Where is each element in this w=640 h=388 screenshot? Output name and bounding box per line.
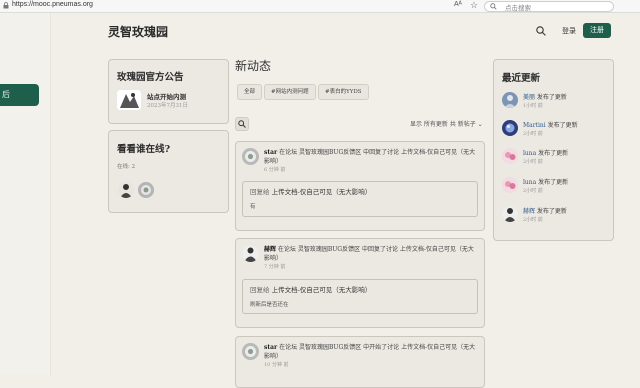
search-icon[interactable]: [536, 26, 546, 36]
post-time: 10 分钟 前: [264, 362, 289, 368]
recent-user-name[interactable]: 美丽: [523, 94, 535, 101]
recent-item-text: Martini 发布了更新: [523, 120, 578, 129]
lock-icon: [3, 2, 9, 9]
site-brand[interactable]: 灵智玫瑰园: [108, 23, 168, 40]
browser-search-input[interactable]: 点击搜索: [484, 1, 614, 12]
announcement-card: 玫瑰园官方公告 站点开始内测 2023年7月31日: [108, 59, 229, 124]
reply-title: 回复给 上传文档-仅自己可见（无大影响）: [250, 284, 371, 294]
announcement-item-date: 2023年7月31日: [147, 103, 188, 109]
recent-user-name[interactable]: Martini: [523, 122, 546, 129]
recent-user-name[interactable]: luna: [523, 150, 536, 157]
recent-item[interactable]: luna 发布了更新 2小时 前: [502, 148, 607, 168]
recent-item-time: 2小时 前: [523, 188, 543, 194]
recent-item-verb: 发布了更新: [535, 94, 567, 101]
feed-post: star 在论坛 灵智玫瑰园BUG反馈区 中回复了讨论 上传文档-仅自己可见（无…: [235, 141, 485, 231]
reply-title: 回复给 上传文档-仅自己可见（无大影响）: [250, 186, 371, 196]
browser-toolbar: https://mooc.pneumas.org Aᴬ ☆ 点击搜索: [0, 0, 640, 13]
register-button[interactable]: 注册: [583, 23, 611, 38]
post-author[interactable]: star: [264, 149, 277, 156]
recent-item-verb: 发布了更新: [545, 122, 578, 129]
feed-search-button[interactable]: [235, 117, 249, 131]
post-time: 6 分钟 前: [264, 167, 286, 173]
avatar[interactable]: [242, 148, 259, 165]
post-author[interactable]: 赫辉: [264, 246, 276, 253]
sidebar-button-label: 后: [2, 90, 10, 99]
avatar: [502, 120, 518, 136]
post-time: 7 分钟 前: [264, 264, 286, 270]
post-summary: 赫辉 在论坛 灵智玫瑰园BUG反馈区 中回复了讨论 上传文档-仅自己可见（无大影…: [264, 245, 476, 263]
post-action[interactable]: 在论坛 灵智玫瑰园BUG反馈区 中开始了讨论 上传文档-仅自己可见（无大影响）: [264, 344, 475, 360]
avatar: [502, 92, 518, 108]
online-title: 看看谁在线?: [117, 144, 171, 155]
feed-filter-dropdown[interactable]: 显示 所有更新 共 新帖子 ⌄: [410, 119, 483, 128]
search-icon: [490, 3, 497, 10]
recent-user-name[interactable]: 赫辉: [523, 208, 535, 215]
feed-post: star 在论坛 灵智玫瑰园BUG反馈区 中开始了讨论 上传文档-仅自己可见（无…: [235, 336, 485, 388]
post-summary: star 在论坛 灵智玫瑰园BUG反馈区 中回复了讨论 上传文档-仅自己可见（无…: [264, 148, 476, 166]
reply-box[interactable]: 回复给 上传文档-仅自己可见（无大影响） 刷新后是否还在: [242, 279, 478, 314]
reply-label: 回复给: [250, 286, 272, 294]
filter-chip-beta-issues[interactable]: #网站内测问题: [264, 84, 316, 100]
recent-item-text: 美丽 发布了更新: [523, 92, 567, 101]
reply-box[interactable]: 回复给 上传文档-仅自己可见（无大影响） 有: [242, 181, 478, 217]
avatar: [502, 206, 518, 222]
feed-post: 赫辉 在论坛 灵智玫瑰园BUG反馈区 中回复了讨论 上传文档-仅自己可见（无大影…: [235, 238, 485, 328]
recent-item-text: 赫辉 发布了更新: [523, 206, 567, 215]
feed-title: 新动态: [235, 59, 272, 73]
post-action[interactable]: 在论坛 灵智玫瑰园BUG反馈区 中回复了讨论 上传文档-仅自己可见（无大影响）: [264, 246, 474, 262]
browser-search-placeholder: 点击搜索: [505, 5, 531, 12]
post-author[interactable]: star: [264, 344, 277, 351]
post-summary: star 在论坛 灵智玫瑰园BUG反馈区 中开始了讨论 上传文档-仅自己可见（无…: [264, 343, 476, 361]
reply-body: 有: [250, 204, 256, 210]
recent-user-name[interactable]: luna: [523, 179, 536, 186]
reply-body: 刷新后是否还在: [250, 302, 289, 308]
recent-item-time: 1小时 前: [523, 103, 543, 109]
reply-topic-link[interactable]: 上传文档-仅自己可见（无大影响）: [272, 188, 372, 196]
favorite-star-icon[interactable]: ☆: [470, 0, 478, 11]
sidebar-button[interactable]: 后: [0, 84, 39, 106]
avatar[interactable]: [118, 182, 134, 198]
online-count: 在线: 2: [117, 164, 136, 170]
recent-updates-card: 最近更新 美丽 发布了更新 1小时 前 Martini 发布了更新 2小时 前 …: [493, 59, 614, 241]
reply-topic-link[interactable]: 上传文档-仅自己可见（无大影响）: [272, 286, 372, 294]
announcement-item-icon: [117, 90, 141, 110]
filter-chip-yyds[interactable]: #表白的YYDS: [318, 84, 369, 100]
left-sidebar: 后: [0, 13, 51, 375]
address-bar[interactable]: https://mooc.pneumas.org: [12, 1, 93, 8]
avatar[interactable]: [242, 343, 259, 360]
avatar: [502, 148, 518, 164]
recent-item-text: luna 发布了更新: [523, 177, 568, 186]
avatar: [502, 177, 518, 193]
read-aloud-icon[interactable]: Aᴬ: [454, 1, 462, 8]
recent-item[interactable]: 赫辉 发布了更新 2小时 前: [502, 206, 607, 226]
recent-item-verb: 发布了更新: [536, 150, 569, 157]
recent-item-verb: 发布了更新: [535, 208, 567, 215]
recent-title: 最近更新: [502, 73, 541, 84]
announcement-item-link[interactable]: 站点开始内测: [147, 91, 186, 101]
avatar[interactable]: [138, 182, 154, 198]
search-icon: [238, 120, 246, 128]
recent-item[interactable]: luna 发布了更新 2小时 前: [502, 177, 607, 197]
recent-item-verb: 发布了更新: [536, 179, 569, 186]
login-link[interactable]: 登录: [562, 26, 576, 36]
recent-item-text: luna 发布了更新: [523, 148, 568, 157]
online-users-card: 看看谁在线? 在线: 2: [108, 130, 229, 213]
announcement-title: 玫瑰园官方公告: [117, 72, 184, 83]
recent-item[interactable]: Martini 发布了更新 2小时 前: [502, 120, 607, 140]
post-action[interactable]: 在论坛 灵智玫瑰园BUG反馈区 中回复了讨论 上传文档-仅自己可见（无大影响）: [264, 149, 475, 165]
filter-chip-all[interactable]: 全部: [237, 84, 263, 100]
recent-item-time: 2小时 前: [523, 131, 543, 137]
recent-item[interactable]: 美丽 发布了更新 1小时 前: [502, 92, 607, 112]
recent-item-time: 2小时 前: [523, 159, 543, 165]
reply-label: 回复给: [250, 188, 272, 196]
avatar[interactable]: [242, 245, 259, 262]
recent-item-time: 2小时 前: [523, 217, 543, 223]
